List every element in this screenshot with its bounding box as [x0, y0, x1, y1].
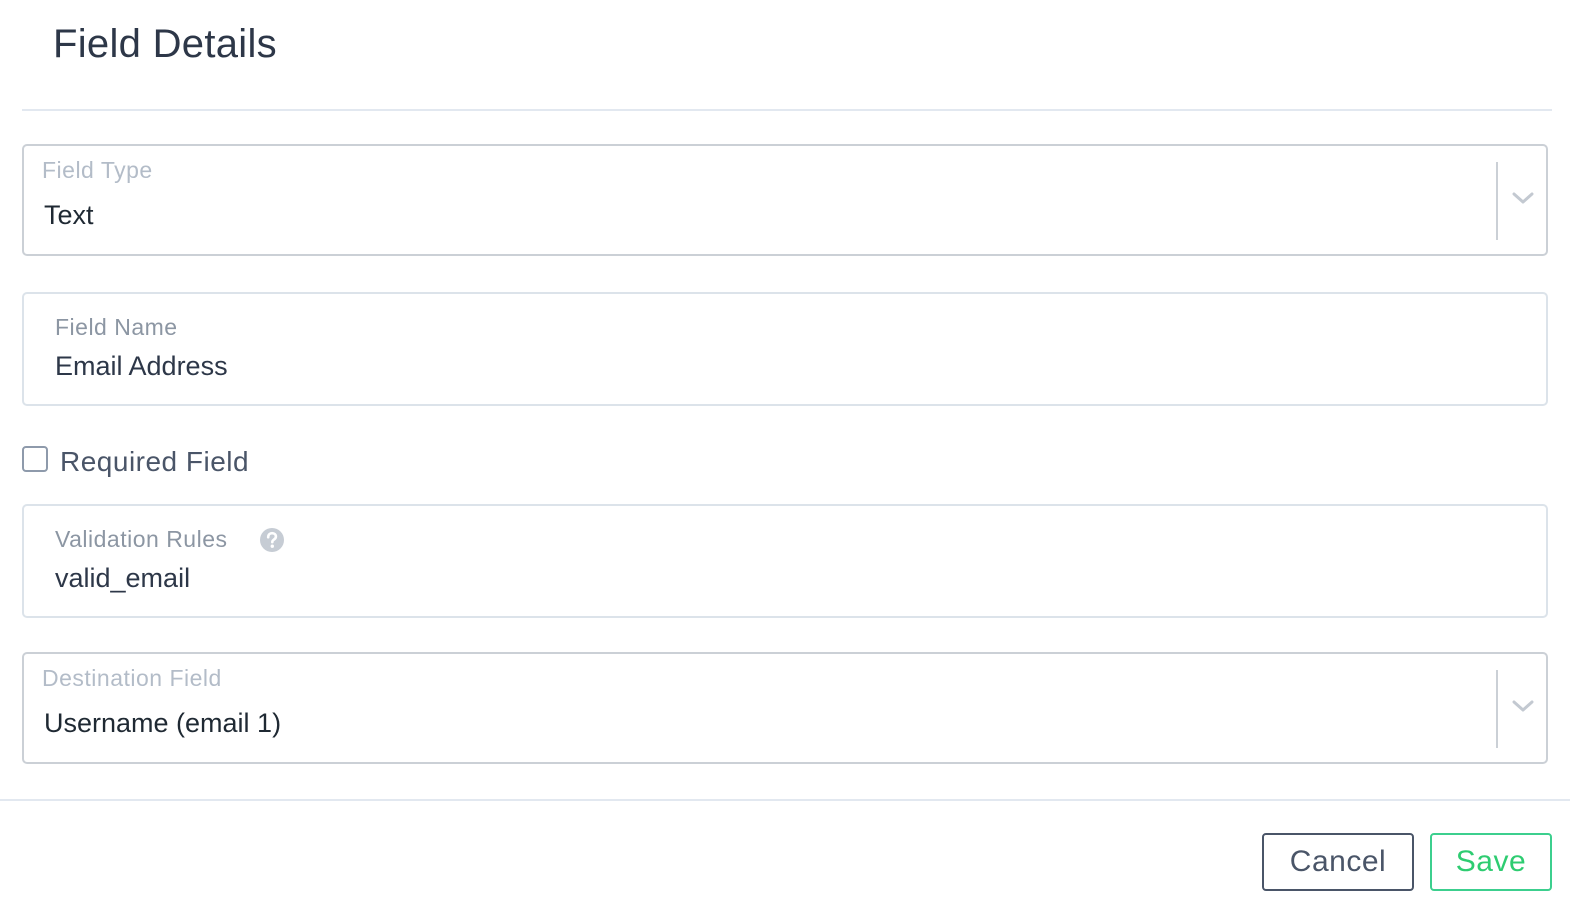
required-field-checkbox[interactable] — [22, 446, 48, 472]
footer-divider — [0, 799, 1570, 801]
validation-rules-value: valid_email — [55, 563, 191, 593]
field-name-input[interactable]: Field Name Email Address — [22, 292, 1548, 406]
validation-rules-label: Validation Rules — [55, 526, 228, 552]
chevron-down-icon[interactable] — [1510, 188, 1536, 208]
save-button[interactable]: Save — [1430, 833, 1552, 891]
required-field-label[interactable]: Required Field — [60, 446, 249, 478]
destination-field-value: Username (email 1) — [44, 708, 282, 738]
destination-field-select[interactable]: Destination Field Username (email 1) — [22, 652, 1548, 764]
cancel-button[interactable]: Cancel — [1262, 833, 1414, 891]
destination-field-separator — [1496, 670, 1498, 748]
field-type-separator — [1496, 162, 1498, 240]
field-type-value: Text — [44, 200, 94, 230]
chevron-down-icon[interactable] — [1510, 696, 1536, 716]
help-icon[interactable] — [259, 527, 285, 553]
field-type-label: Field Type — [42, 157, 153, 183]
destination-field-label: Destination Field — [42, 665, 222, 691]
header-divider — [22, 109, 1552, 111]
field-name-label: Field Name — [55, 314, 178, 340]
field-type-select[interactable]: Field Type Text — [22, 144, 1548, 256]
dialog-title: Field Details — [53, 22, 277, 66]
validation-rules-input[interactable]: Validation Rules valid_email — [22, 504, 1548, 618]
field-name-value: Email Address — [55, 351, 228, 381]
